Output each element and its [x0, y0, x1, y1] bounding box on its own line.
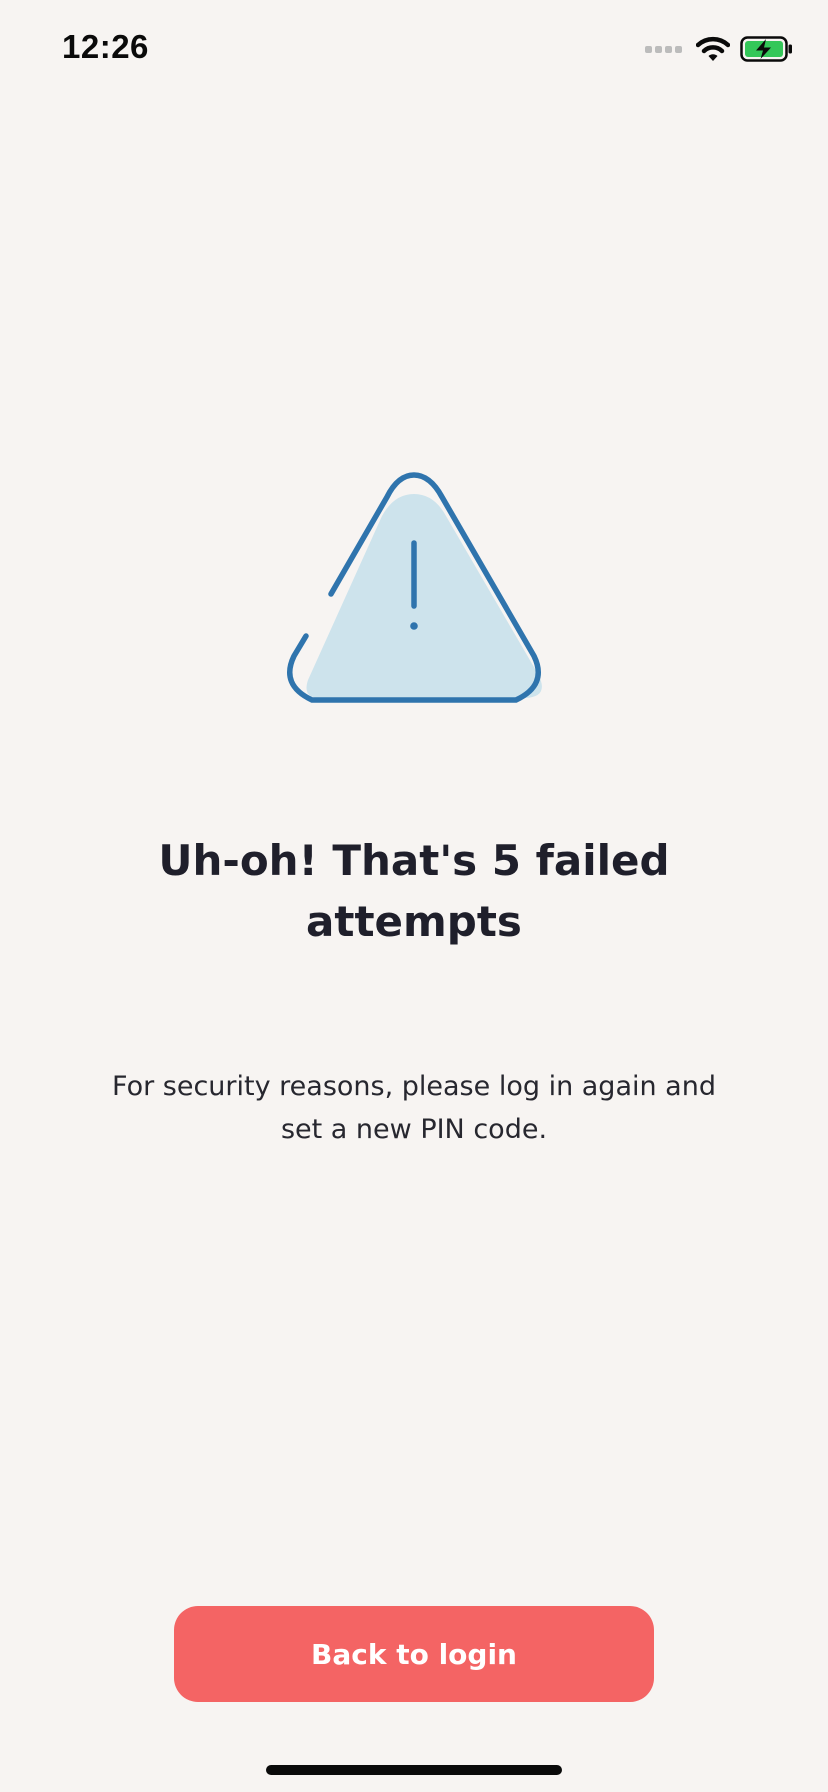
wifi-icon — [696, 36, 730, 61]
error-message: For security reasons, please log in agai… — [112, 1071, 716, 1145]
status-bar: 12:26 — [0, 0, 828, 100]
error-title: Uh-oh! That's 5 failed attempts — [158, 836, 670, 946]
status-icons — [645, 34, 794, 64]
cellular-signal-icon — [645, 45, 682, 53]
back-to-login-button[interactable]: Back to login — [174, 1606, 654, 1702]
status-time: 12:26 — [62, 28, 149, 65]
home-indicator[interactable] — [266, 1765, 562, 1775]
warning-triangle-icon — [287, 472, 542, 703]
battery-charging-icon — [740, 36, 792, 62]
